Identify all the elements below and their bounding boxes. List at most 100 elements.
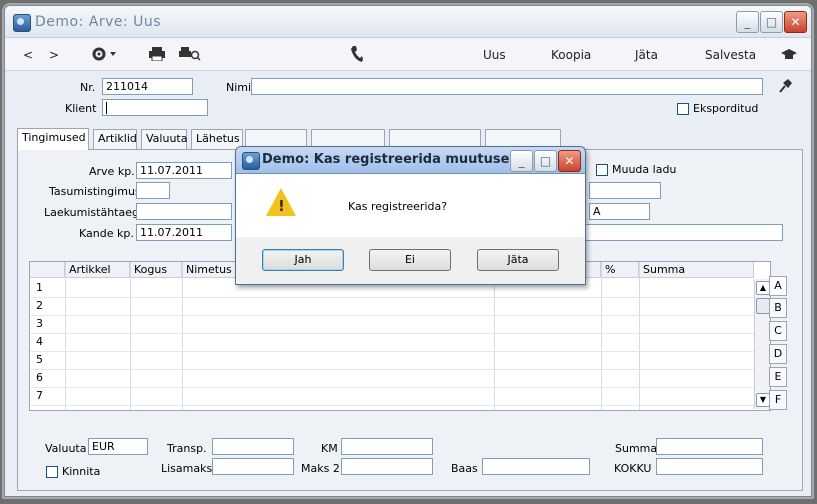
dialog-body: ! Kas registreerida?: [236, 174, 585, 237]
laekumistahtaeg-field[interactable]: [136, 203, 232, 220]
col-summa[interactable]: Summa: [639, 262, 754, 278]
table-row[interactable]: 7: [30, 387, 770, 406]
cancel-toolbar-button[interactable]: Jäta: [635, 48, 658, 62]
dialog-maximize-button[interactable]: □: [534, 150, 557, 172]
print-icon[interactable]: [149, 47, 167, 61]
laekumistahtaeg-label: Laekumistähtaeg: [44, 206, 139, 219]
km-label: KM: [321, 442, 338, 455]
title-bar: Demo: Arve: Uus _ □ ✕: [5, 6, 811, 38]
scroll-thumb[interactable]: [756, 298, 770, 314]
transp-field[interactable]: [212, 438, 294, 455]
muuda-ladu-checkbox[interactable]: [596, 164, 608, 176]
nr-field[interactable]: 211014: [102, 78, 193, 95]
tab-artiklid[interactable]: Artiklid: [93, 129, 137, 149]
eksporditud-checkbox[interactable]: [677, 103, 689, 115]
tab-valuuta[interactable]: Valuuta: [141, 129, 187, 149]
maximize-button[interactable]: □: [760, 11, 783, 33]
print-preview-icon[interactable]: [179, 47, 201, 61]
scroll-down-icon[interactable]: ▼: [756, 393, 770, 407]
kinnita-checkbox[interactable]: [46, 466, 58, 478]
col-artikkel[interactable]: Artikkel: [65, 262, 130, 278]
side-tab-e[interactable]: E: [769, 367, 787, 387]
table-row[interactable]: 2: [30, 297, 770, 316]
klient-label: Klient: [65, 102, 97, 115]
close-button[interactable]: ✕: [784, 11, 807, 33]
summa-label: Summa: [615, 442, 658, 455]
yes-button[interactable]: Jah: [262, 249, 344, 271]
valuuta-label: Valuuta: [45, 442, 87, 455]
confirm-dialog: Demo: Kas registreerida muutused? _ □ ✕ …: [235, 146, 586, 285]
main-window: Demo: Arve: Uus _ □ ✕ < > Uus Koopia Jät…: [4, 5, 812, 497]
right-field-wide[interactable]: [581, 224, 783, 241]
grid-scrollbar[interactable]: ▲ ▼: [754, 279, 770, 409]
right-field-1[interactable]: [589, 182, 661, 199]
nr-label: Nr.: [80, 81, 96, 94]
maximize-icon: □: [539, 154, 552, 168]
dialog-cancel-button[interactable]: Jäta: [477, 249, 559, 271]
baas-label: Baas: [451, 462, 478, 475]
nimi-field[interactable]: [251, 78, 763, 95]
tasumistingimus-label: Tasumistingimus: [49, 185, 141, 198]
summa-field[interactable]: [656, 438, 763, 455]
dialog-message: Kas registreerida?: [348, 200, 448, 213]
graduation-cap-icon[interactable]: [781, 49, 797, 61]
settings-gear-icon[interactable]: [91, 46, 119, 62]
no-button[interactable]: Ei: [369, 249, 451, 271]
forward-button[interactable]: >: [49, 48, 59, 62]
kokku-field[interactable]: [656, 458, 763, 475]
maximize-icon: □: [765, 15, 778, 29]
row-number: 5: [36, 353, 43, 366]
table-row[interactable]: 5: [30, 351, 770, 370]
dialog-close-button[interactable]: ✕: [558, 150, 581, 172]
side-tab-a[interactable]: A: [769, 276, 787, 296]
km-field[interactable]: [341, 438, 433, 455]
side-tab-f[interactable]: F: [769, 390, 787, 410]
app-icon: [13, 14, 31, 32]
muuda-ladu-label: Muuda ladu: [612, 163, 677, 176]
minimize-icon: _: [518, 154, 525, 168]
baas-field[interactable]: [482, 458, 590, 475]
kande-kp-field[interactable]: 11.07.2011: [136, 224, 232, 241]
table-row[interactable]: 3: [30, 315, 770, 334]
table-row[interactable]: 6: [30, 369, 770, 388]
pin-icon[interactable]: [777, 78, 793, 94]
close-icon: ✕: [790, 15, 801, 29]
kokku-label: KOKKU: [614, 462, 652, 475]
right-field-a[interactable]: A: [589, 203, 650, 220]
kinnita-label: Kinnita: [62, 465, 101, 478]
kande-kp-label: Kande kp.: [79, 227, 134, 240]
phone-icon[interactable]: [350, 45, 364, 63]
klient-field[interactable]: [102, 99, 208, 116]
save-button[interactable]: Salvesta: [705, 48, 756, 62]
back-button[interactable]: <: [23, 48, 33, 62]
valuuta-field[interactable]: EUR: [88, 438, 148, 455]
table-row[interactable]: 4: [30, 333, 770, 352]
lisamaks-field[interactable]: [212, 458, 294, 475]
text-cursor: [106, 102, 107, 114]
row-number: 6: [36, 371, 43, 384]
dialog-title: Demo: Kas registreerida muutused?: [262, 152, 527, 167]
maks2-field[interactable]: [341, 458, 433, 475]
dialog-minimize-button[interactable]: _: [510, 150, 533, 172]
minimize-button[interactable]: _: [736, 11, 759, 33]
copy-button[interactable]: Koopia: [551, 48, 591, 62]
side-tab-c[interactable]: C: [769, 321, 787, 341]
dialog-app-icon: [242, 152, 260, 170]
arve-kp-field[interactable]: 11.07.2011: [136, 162, 232, 179]
col-percent[interactable]: %: [601, 262, 639, 278]
toolbar: < > Uus Koopia Jäta Salvesta: [5, 38, 811, 71]
grid-corner: [30, 262, 65, 278]
col-kogus[interactable]: Kogus: [130, 262, 182, 278]
side-tab-b[interactable]: B: [769, 298, 787, 318]
tasumistingimus-field[interactable]: [136, 182, 170, 199]
eksporditud-label: Eksporditud: [693, 102, 759, 115]
scroll-up-icon[interactable]: ▲: [756, 281, 770, 295]
close-icon: ✕: [564, 154, 575, 168]
new-button[interactable]: Uus: [483, 48, 506, 62]
side-tab-d[interactable]: D: [769, 344, 787, 364]
tab-tingimused[interactable]: Tingimused: [17, 128, 89, 150]
tab-lahetus[interactable]: Lähetus: [191, 129, 243, 149]
warning-exclamation-icon: !: [278, 197, 285, 215]
row-number: 4: [36, 335, 43, 348]
maks2-label: Maks 2: [301, 462, 340, 475]
